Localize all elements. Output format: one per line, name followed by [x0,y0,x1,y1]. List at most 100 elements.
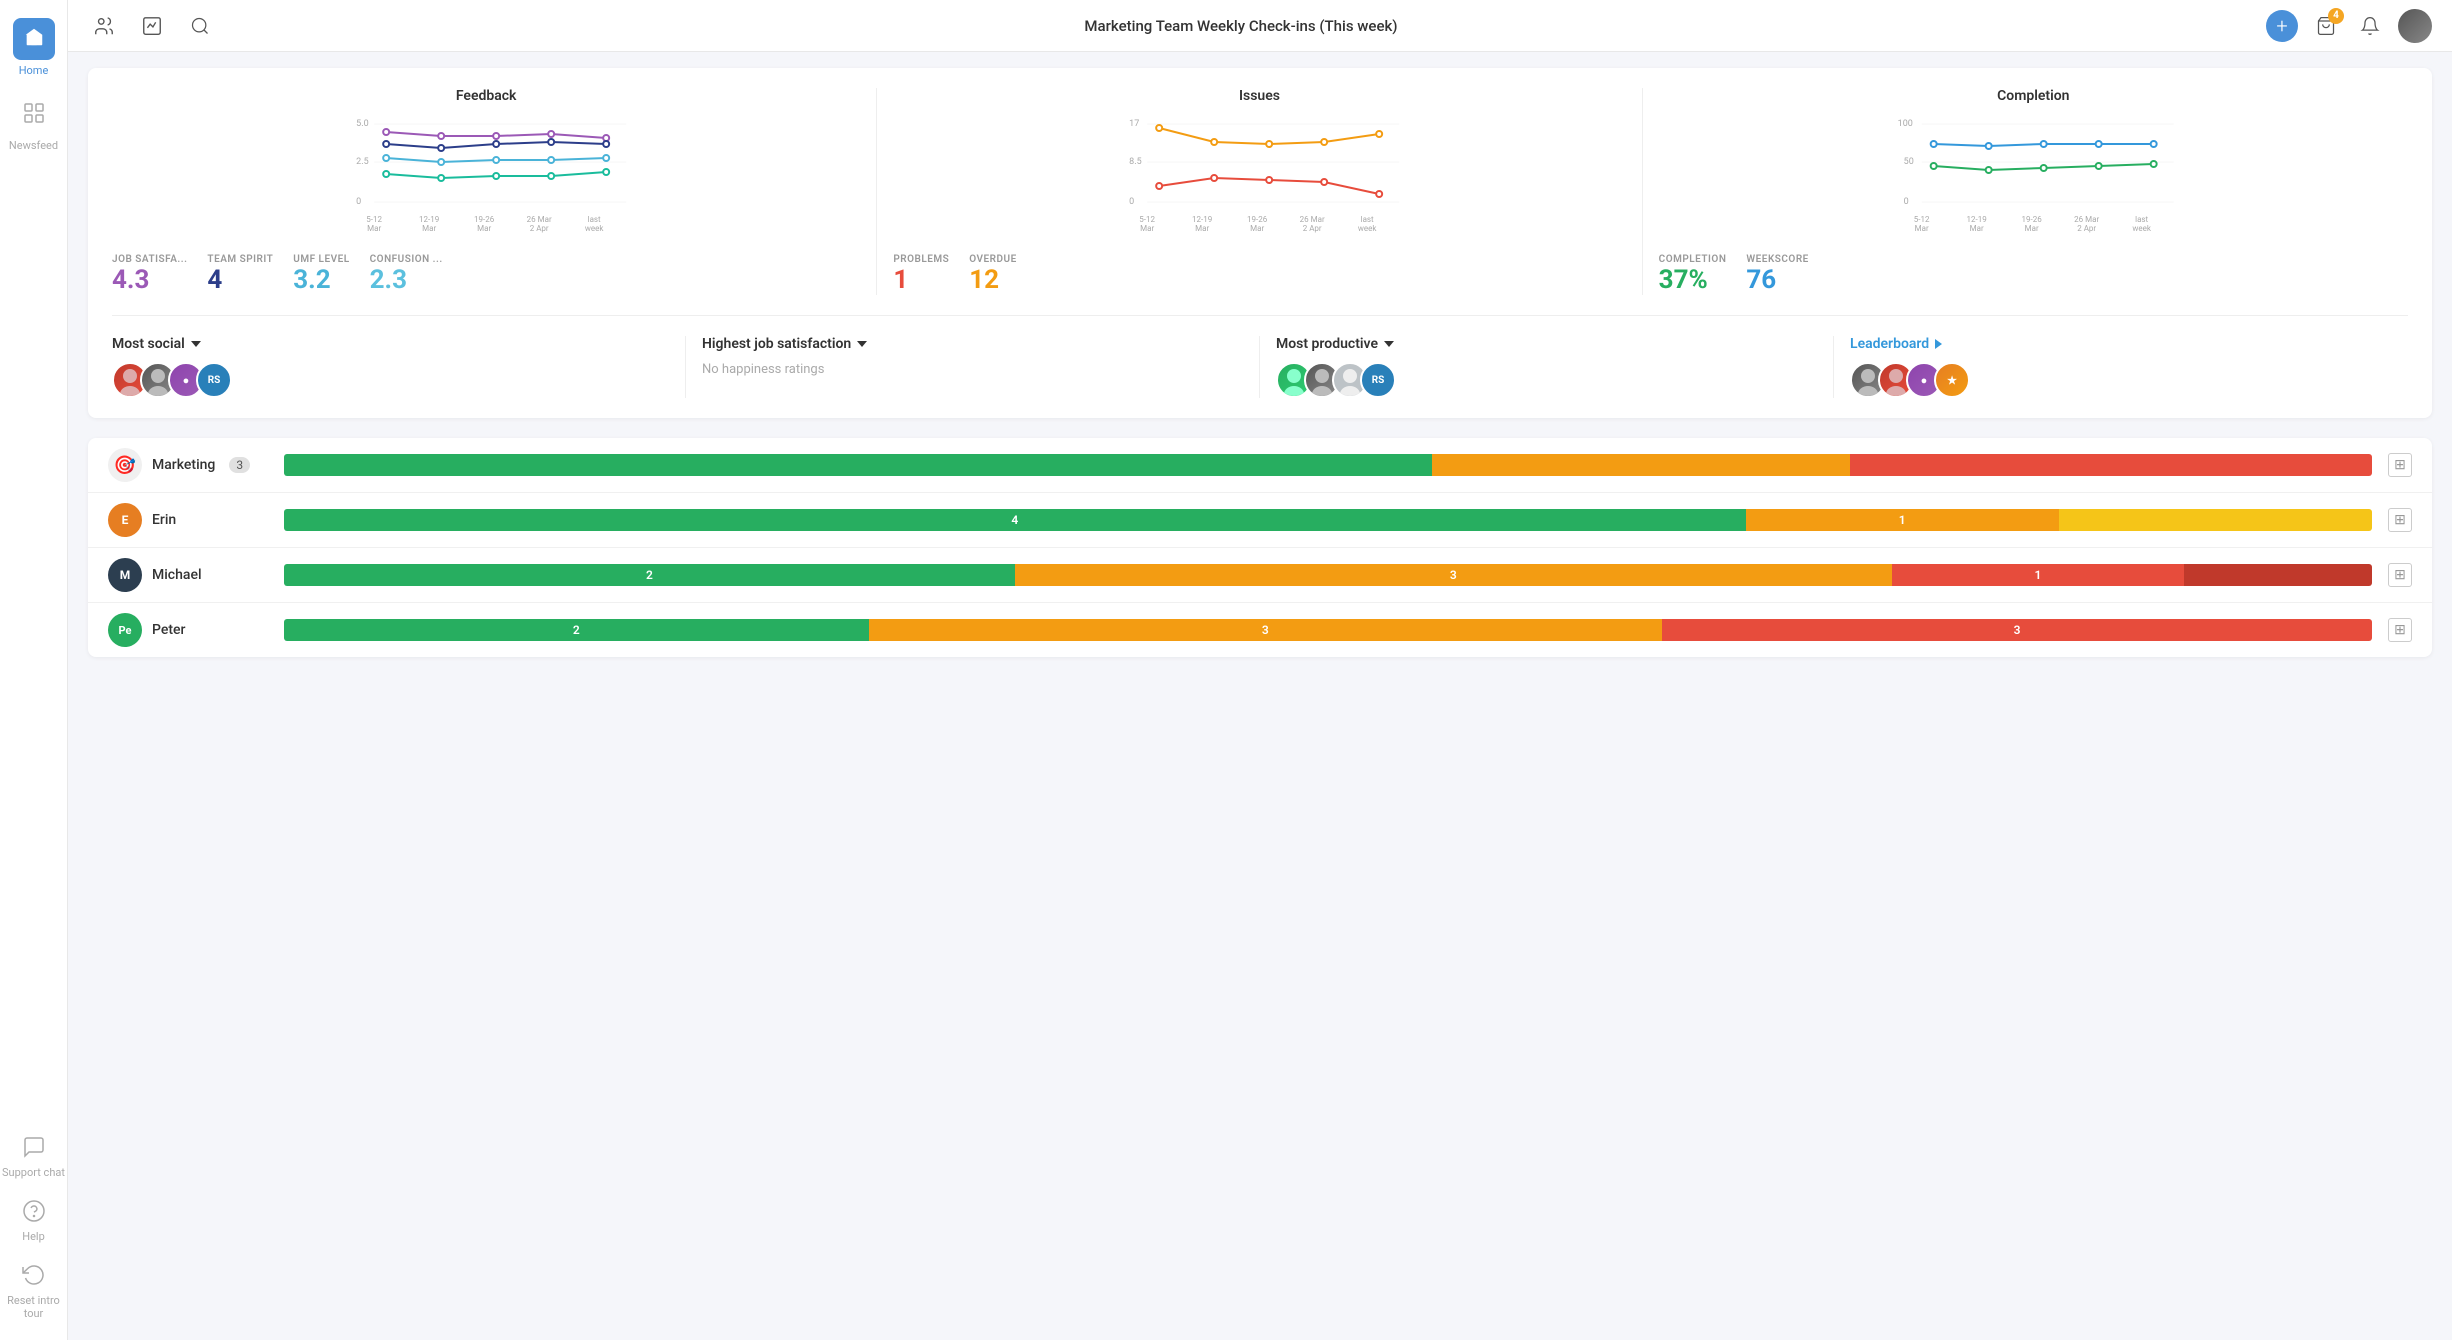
svg-text:26 Mar: 26 Mar [527,215,552,224]
stats-card: Feedback 5.0 2.5 0 [88,68,2432,418]
highest-satisfaction-title[interactable]: Highest job satisfaction [702,336,1243,352]
progress-row-peter: Pe Peter 2 3 3 ⊞ [88,603,2432,657]
svg-text:8.5: 8.5 [1129,157,1142,167]
svg-text:12-19: 12-19 [419,215,439,224]
sidebar-item-home[interactable]: Home [0,8,67,87]
michael-bar-red1: 1 [1892,564,2184,586]
sidebar-item-reset-intro[interactable]: Reset intro tour [0,1253,67,1330]
erin-bar-yellow1: 1 [1746,509,2059,531]
team-list-icon[interactable] [88,10,120,42]
sidebar-reset-label: Reset intro tour [0,1294,67,1320]
metric-completion-value: 37% [1659,265,1708,295]
metric-confusion-value: 2.3 [370,265,407,295]
metric-umf-level: UMF LEVEL 3.2 [293,254,349,295]
sidebar-item-newsfeed[interactable]: Newsfeed [0,91,67,162]
bell-icon[interactable] [2354,10,2386,42]
avatar-3: RS [196,362,232,398]
sidebar-support-label: Support chat [2,1166,65,1179]
peter-bar-green: 2 [284,619,869,641]
marketing-bar-yellow [1432,454,1850,476]
marketing-expand-btn[interactable]: ⊞ [2388,453,2412,477]
svg-text:Mar: Mar [367,224,381,233]
svg-text:Mar: Mar [1969,224,1983,233]
most-social-title[interactable]: Most social [112,336,669,352]
leaderboard-avatars: ● ★ [1850,362,2392,398]
support-chat-icon [22,1135,46,1166]
peter-bar-red: 3 [1662,619,2372,641]
completion-chart-svg: 100 50 0 [1659,114,2408,244]
svg-text:50: 50 [1903,157,1913,167]
sidebar-item-support-chat[interactable]: Support chat [0,1125,67,1189]
issues-metrics: PROBLEMS 1 OVERDUE 12 [893,254,1625,295]
metric-job-satisfaction-label: JOB SATISFA... [112,254,187,265]
progress-row-michael: M Michael 2 3 1 ⊞ [88,548,2432,603]
most-productive-section: Most productive [1260,336,1834,398]
erin-bar-green: 4 [284,509,1746,531]
svg-text:12-19: 12-19 [1192,215,1212,224]
progress-section: 🎯 Marketing 3 ⊞ E Erin 4 [88,438,2432,657]
michael-expand-btn[interactable]: ⊞ [2388,563,2412,587]
svg-text:2 Apr: 2 Apr [1303,224,1322,233]
most-productive-title[interactable]: Most productive [1276,336,1817,352]
metric-problems-value: 1 [893,265,908,295]
michael-bar-yellow: 3 [1015,564,1892,586]
metric-overdue-value: 12 [969,265,999,295]
svg-text:Mar: Mar [1140,224,1154,233]
metric-job-satisfaction: JOB SATISFA... 4.3 [112,254,187,295]
erin-name: Erin [152,512,176,528]
svg-text:5-12: 5-12 [1140,215,1156,224]
svg-text:19-26: 19-26 [1247,215,1268,224]
svg-text:19-26: 19-26 [2021,215,2042,224]
michael-avatar: M [108,558,142,592]
svg-text:last: last [2135,215,2148,224]
cart-icon[interactable]: 4 [2310,10,2342,42]
progress-row-erin: E Erin 4 1 ⊞ [88,493,2432,548]
leaderboard-chevron [1935,339,1942,349]
help-icon [22,1199,46,1230]
most-social-chevron [191,341,201,347]
peter-expand-btn[interactable]: ⊞ [2388,618,2412,642]
social-row: Most social ● [112,336,2408,398]
svg-text:17: 17 [1129,119,1139,129]
sidebar-item-help[interactable]: Help [0,1189,67,1253]
erin-expand-btn[interactable]: ⊞ [2388,508,2412,532]
marketing-team-info: 🎯 Marketing 3 [108,448,268,482]
erin-bar-yellow2 [2059,509,2372,531]
michael-bar-red2 [2184,564,2372,586]
cart-badge: 4 [2328,8,2344,24]
chart-icon[interactable] [136,10,168,42]
svg-text:Mar: Mar [2024,224,2038,233]
metric-umf-level-value: 3.2 [293,265,330,295]
peter-bar-yellow: 3 [869,619,1662,641]
svg-text:Mar: Mar [1250,224,1264,233]
metric-confusion: CONFUSION ... 2.3 [370,254,443,295]
charts-row: Feedback 5.0 2.5 0 [112,88,2408,316]
most-productive-avatars: RS [1276,362,1817,398]
peter-info: Pe Peter [108,613,268,647]
svg-text:Mar: Mar [1914,224,1928,233]
topnav-left-icons [88,10,216,42]
content-area: Feedback 5.0 2.5 0 [68,52,2452,1340]
leaderboard-title[interactable]: Leaderboard [1850,336,2392,352]
metric-weekscore: WEEKSCORE 76 [1746,254,1808,295]
search-icon[interactable] [184,10,216,42]
michael-name: Michael [152,567,202,583]
completion-chart-section: Completion 100 50 0 [1643,88,2408,295]
completion-metrics: COMPLETION 37% WEEKSCORE 76 [1659,254,2408,295]
svg-text:100: 100 [1897,119,1912,129]
svg-text:26 Mar: 26 Mar [2074,215,2099,224]
topnav-right-icons: + 4 [2266,9,2432,43]
productive-avatar-3: RS [1360,362,1396,398]
user-avatar[interactable] [2398,9,2432,43]
newsfeed-icon [22,101,46,135]
svg-text:Mar: Mar [422,224,436,233]
svg-text:week: week [1358,224,1377,233]
highest-satisfaction-section: Highest job satisfaction No happiness ra… [686,336,1260,398]
peter-name: Peter [152,622,185,638]
svg-text:5.0: 5.0 [356,119,369,129]
add-button[interactable]: + [2266,10,2298,42]
marketing-bar-red [1850,454,2372,476]
svg-text:last: last [1361,215,1374,224]
erin-progress-bar: 4 1 [284,509,2372,531]
page-title: Marketing Team Weekly Check-ins (This we… [216,17,2266,35]
